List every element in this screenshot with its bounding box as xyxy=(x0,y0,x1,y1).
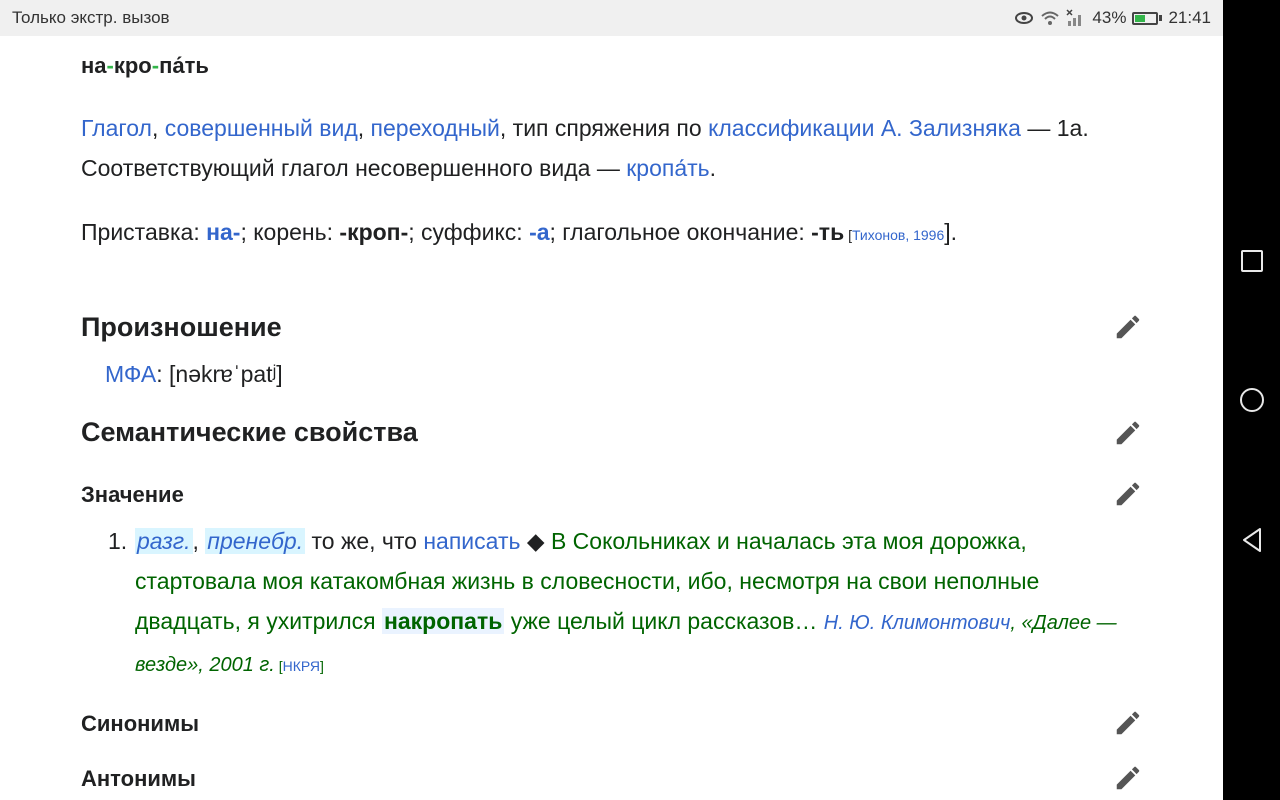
section-pronunciation-title: Произношение xyxy=(81,312,282,342)
meaning-text: разг., пренебр. то же, что написать ◆ В … xyxy=(135,528,1117,676)
back-button[interactable] xyxy=(1240,526,1264,554)
prefix-link[interactable]: на- xyxy=(206,219,240,245)
suffix-link[interactable]: -а xyxy=(529,219,549,245)
battery-icon xyxy=(1132,11,1163,25)
status-bar: Только экстр. вызов 43% 21:41 xyxy=(0,0,1223,36)
edit-pencil-icon[interactable] xyxy=(1113,708,1143,738)
label-pejorative[interactable]: пренебр. xyxy=(205,528,306,554)
section-synonyms-title: Синонимы xyxy=(81,711,200,736)
edit-pencil-icon[interactable] xyxy=(1113,418,1143,448)
label-colloquial[interactable]: разг. xyxy=(135,528,193,554)
wifi-icon xyxy=(1041,11,1060,25)
definition-link[interactable]: написать xyxy=(423,528,520,554)
section-semantic-title: Семантические свойства xyxy=(81,417,418,447)
transitivity-link[interactable]: переходный xyxy=(371,115,500,141)
morphemes: Приставка: на-; корень: -кроп-; суффикс:… xyxy=(81,219,958,245)
battery-percent: 43% xyxy=(1092,8,1127,27)
edit-pencil-icon[interactable] xyxy=(1113,479,1143,509)
zaliznyak-link[interactable]: классификации А. Зализняка xyxy=(708,115,1021,141)
recents-button[interactable] xyxy=(1240,250,1263,272)
tikhonov-ref-link[interactable]: Тихонов, 1996 xyxy=(852,227,944,243)
eye-icon xyxy=(1015,12,1034,24)
author-link[interactable]: Н. Ю. Климонтович xyxy=(824,612,1011,634)
edit-pencil-icon[interactable] xyxy=(1113,763,1143,793)
ipa-link[interactable]: МФА xyxy=(105,361,156,387)
section-meaning-title: Значение xyxy=(81,482,184,507)
signal-icon xyxy=(1066,9,1082,26)
meaning-number: 1. xyxy=(108,528,128,554)
imperfective-link[interactable]: кропа́ть xyxy=(626,155,709,181)
grammar-info: Глагол, совершенный вид, переходный, тип… xyxy=(81,115,1089,181)
aspect-link[interactable]: совершенный вид xyxy=(165,115,358,141)
clock: 21:41 xyxy=(1168,8,1211,27)
root: -кроп- xyxy=(339,219,409,245)
status-carrier-text: Только экстр. вызов xyxy=(12,8,170,27)
ending: -ть xyxy=(811,219,845,245)
section-antonyms-title: Антонимы xyxy=(81,766,196,791)
system-nav-bar xyxy=(1223,0,1280,800)
edit-pencil-icon[interactable] xyxy=(1113,312,1143,342)
headword: на-кро-па́ть xyxy=(81,53,209,78)
home-button[interactable] xyxy=(1239,388,1264,412)
status-icons: 43% 21:41 xyxy=(1014,8,1211,28)
ipa: МФА: [nəkrɐˈpatʲ] xyxy=(105,361,283,387)
verb-link[interactable]: Глагол xyxy=(81,115,152,141)
nkrya-link[interactable]: НКРЯ xyxy=(283,658,320,674)
